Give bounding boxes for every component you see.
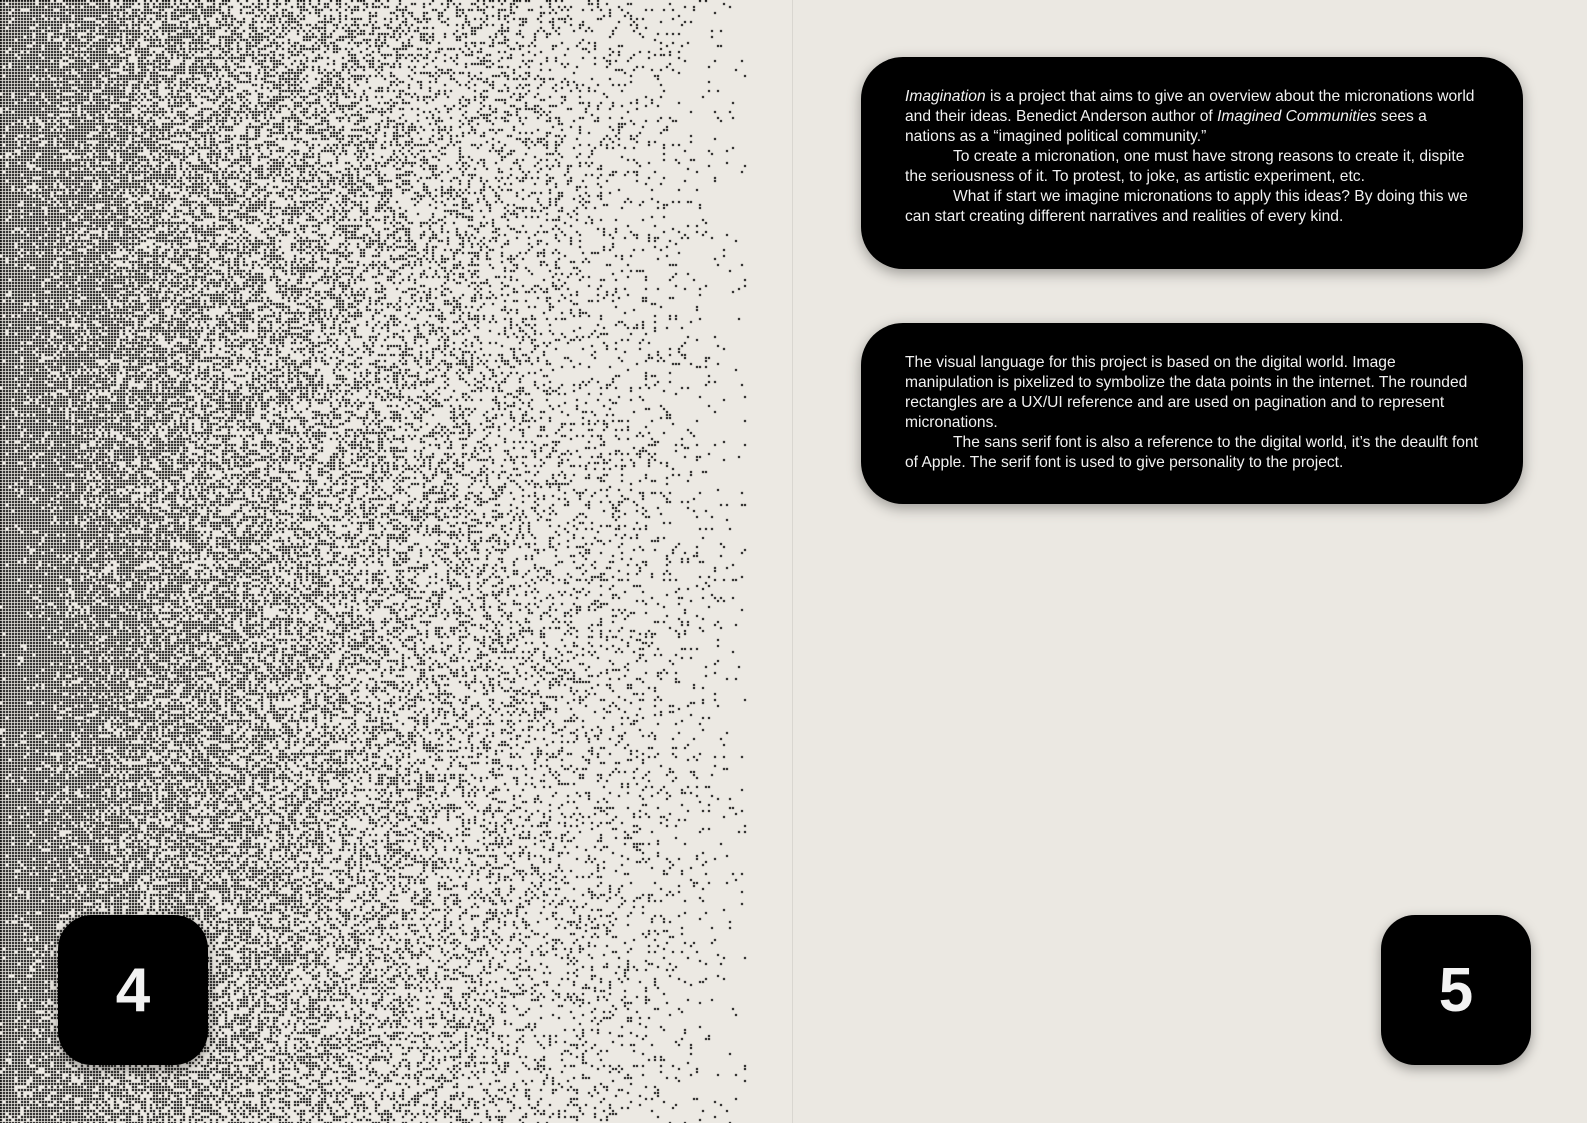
page-number: 4	[115, 955, 151, 1025]
visual-language-paragraph-2: The sans serif font is also a reference …	[905, 434, 1478, 471]
book-spread: 4 Imagination is a project that aims to …	[0, 0, 1587, 1123]
intro-paragraph-1: Imagination is a project that aims to gi…	[905, 88, 1475, 145]
visual-language-card: The visual language for this project is …	[861, 323, 1523, 504]
intro-paragraph-3: What if start we imagine micronations to…	[905, 188, 1468, 225]
intro-card: Imagination is a project that aims to gi…	[861, 57, 1523, 269]
visual-language-paragraph-1: The visual language for this project is …	[905, 354, 1468, 431]
intro-paragraph-2: To create a micronation, one must have s…	[905, 148, 1465, 185]
page-number: 5	[1438, 955, 1474, 1025]
page-number-4-badge: 4	[58, 915, 208, 1065]
right-page: Imagination is a project that aims to gi…	[793, 0, 1587, 1123]
left-page: 4	[0, 0, 792, 1123]
book-title: Imagined Communities	[1217, 108, 1377, 125]
page-number-5-badge: 5	[1381, 915, 1531, 1065]
project-title: Imagination	[905, 88, 986, 105]
